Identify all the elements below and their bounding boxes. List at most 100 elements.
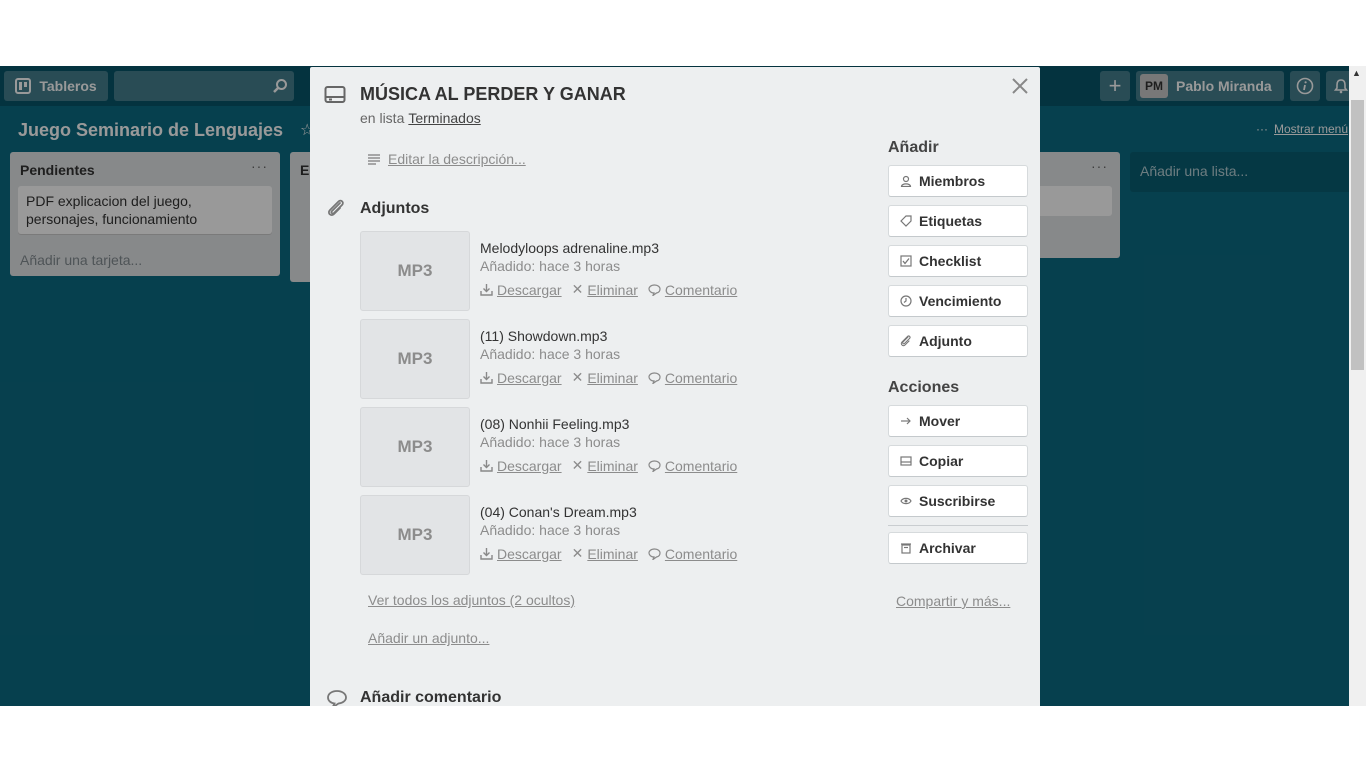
attachment-added: Añadido: hace 3 horas <box>480 258 621 274</box>
labels-label: Etiquetas <box>919 213 983 229</box>
edit-description-link[interactable]: Editar la descripción... <box>368 151 526 167</box>
attachment-actions: Descargar ✕ Eliminar Comentario <box>480 545 747 562</box>
actions-heading: Acciones <box>888 379 960 396</box>
download-label: Descargar <box>497 281 562 298</box>
view-all-attachments-link[interactable]: Ver todos los adjuntos (2 ocultos) <box>368 592 575 608</box>
due-date-button[interactable]: Vencimiento <box>888 285 1028 317</box>
download-icon <box>480 548 493 560</box>
subscribe-label: Suscribirse <box>919 493 996 509</box>
scrollbar-thumb[interactable] <box>1351 100 1364 370</box>
download-icon <box>480 284 493 296</box>
board-viewport: Tableros + PM Pablo Miranda Juego Semina… <box>0 66 1366 706</box>
download-icon <box>480 460 493 472</box>
card-title[interactable]: MÚSICA AL PERDER Y GANAR <box>360 84 626 105</box>
delete-link[interactable]: ✕ Eliminar <box>572 369 638 386</box>
comment-label: Comentario <box>664 369 738 386</box>
eye-icon <box>899 494 913 508</box>
attachment-added: Añadido: hace 3 horas <box>480 434 621 450</box>
delete-link[interactable]: ✕ Eliminar <box>572 281 638 298</box>
close-icon[interactable] <box>1010 76 1030 96</box>
paperclip-icon <box>899 334 913 348</box>
download-link[interactable]: Descargar <box>480 546 562 562</box>
delete-label: Eliminar <box>587 281 638 298</box>
attachment-thumbnail[interactable]: MP3 <box>360 495 470 575</box>
add-attachment-link[interactable]: Añadir un adjunto... <box>368 630 489 646</box>
close-icon: ✕ <box>571 545 584 561</box>
delete-label: Eliminar <box>587 369 638 386</box>
attachment-actions: Descargar ✕ Eliminar Comentario <box>480 281 747 298</box>
attachment-thumbnail[interactable]: MP3 <box>360 231 470 311</box>
attachment-added: Añadido: hace 3 horas <box>480 522 621 538</box>
add-comment-heading: Añadir comentario <box>360 689 502 706</box>
attachment-actions: Descargar ✕ Eliminar Comentario <box>480 369 747 386</box>
share-and-more-link[interactable]: Compartir y más... <box>896 593 1010 609</box>
checklist-button[interactable]: Checklist <box>888 245 1028 277</box>
archive-label: Archivar <box>919 540 976 556</box>
scroll-up-icon[interactable]: ▲ <box>1352 68 1361 78</box>
list-link[interactable]: Terminados <box>408 110 480 126</box>
delete-link[interactable]: ✕ Eliminar <box>572 545 638 562</box>
add-heading: Añadir <box>888 139 939 156</box>
card-icon <box>899 454 913 468</box>
download-link[interactable]: Descargar <box>480 370 562 386</box>
download-icon <box>480 372 493 384</box>
download-label: Descargar <box>497 457 562 474</box>
edit-description-label: Editar la descripción... <box>388 151 526 167</box>
attachment-name: (04) Conan's Dream.mp3 <box>480 504 637 520</box>
speech-bubble-icon <box>327 690 347 706</box>
labels-button[interactable]: Etiquetas <box>888 205 1028 237</box>
attachment-actions: Descargar ✕ Eliminar Comentario <box>480 457 747 474</box>
copy-button[interactable]: Copiar <box>888 445 1028 477</box>
speech-bubble-icon <box>648 547 661 560</box>
subscribe-button[interactable]: Suscribirse <box>888 485 1028 517</box>
attachment-item: MP3 (11) Showdown.mp3 Añadido: hace 3 ho… <box>360 319 840 399</box>
delete-link[interactable]: ✕ Eliminar <box>572 457 638 474</box>
tag-icon <box>899 214 913 228</box>
speech-bubble-icon <box>648 283 661 296</box>
attachment-thumbnail[interactable]: MP3 <box>360 319 470 399</box>
download-label: Descargar <box>497 369 562 386</box>
in-list-prefix: en lista <box>360 110 405 126</box>
paperclip-icon <box>328 199 344 216</box>
move-label: Mover <box>919 413 961 429</box>
comment-label: Comentario <box>664 457 738 474</box>
card-icon <box>324 86 346 103</box>
attachment-thumbnail[interactable]: MP3 <box>360 407 470 487</box>
attachment-item: MP3 (08) Nonhii Feeling.mp3 Añadido: hac… <box>360 407 840 487</box>
comment-label: Comentario <box>664 281 738 298</box>
close-icon: ✕ <box>571 369 584 385</box>
delete-label: Eliminar <box>587 545 638 562</box>
download-link[interactable]: Descargar <box>480 458 562 474</box>
members-button[interactable]: Miembros <box>888 165 1028 197</box>
close-icon: ✕ <box>571 457 584 473</box>
attachments-heading: Adjuntos <box>360 200 430 217</box>
checklist-label: Checklist <box>919 253 982 269</box>
attachment-name: (11) Showdown.mp3 <box>480 328 608 344</box>
person-icon <box>899 174 913 188</box>
attachment-name: Melodyloops adrenaline.mp3 <box>480 240 659 256</box>
copy-label: Copiar <box>919 453 964 469</box>
comment-label: Comentario <box>664 545 738 562</box>
comment-link[interactable]: Comentario <box>648 458 737 474</box>
download-link[interactable]: Descargar <box>480 282 562 298</box>
checkbox-icon <box>899 254 913 268</box>
comment-link[interactable]: Comentario <box>648 546 737 562</box>
move-button[interactable]: Mover <box>888 405 1028 437</box>
comment-link[interactable]: Comentario <box>648 282 737 298</box>
comment-link[interactable]: Comentario <box>648 370 737 386</box>
attachment-button[interactable]: Adjunto <box>888 325 1028 357</box>
attachment-name: (08) Nonhii Feeling.mp3 <box>480 416 630 432</box>
close-icon: ✕ <box>571 281 584 297</box>
description-icon <box>368 154 380 165</box>
delete-label: Eliminar <box>587 457 638 474</box>
attachment-item: MP3 (04) Conan's Dream.mp3 Añadido: hace… <box>360 495 840 575</box>
attachment-added: Añadido: hace 3 horas <box>480 346 621 362</box>
attachment-label: Adjunto <box>919 333 972 349</box>
members-label: Miembros <box>919 173 986 189</box>
download-label: Descargar <box>497 545 562 562</box>
archive-button[interactable]: Archivar <box>888 532 1028 564</box>
speech-bubble-icon <box>648 459 661 472</box>
clock-icon <box>899 294 913 308</box>
speech-bubble-icon <box>648 371 661 384</box>
card-detail-modal: MÚSICA AL PERDER Y GANAR en lista Termina… <box>310 67 1040 706</box>
